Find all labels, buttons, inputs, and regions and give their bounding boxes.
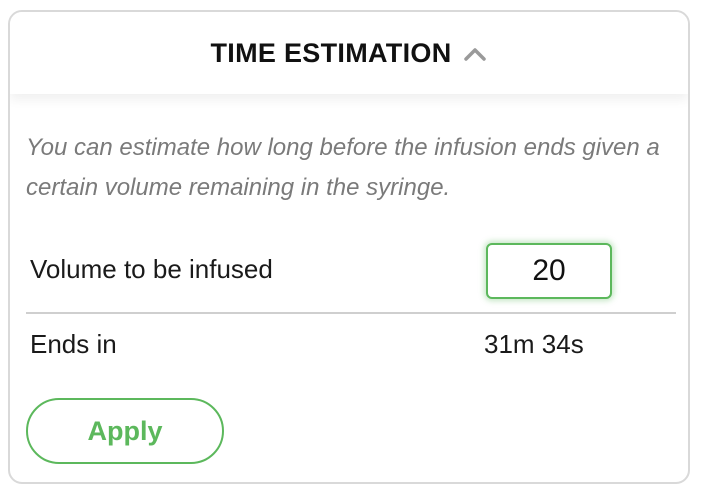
divider xyxy=(26,312,676,314)
panel-header[interactable]: TIME ESTIMATION xyxy=(10,12,688,94)
ends-in-label: Ends in xyxy=(30,329,117,359)
panel-title: TIME ESTIMATION xyxy=(210,37,452,68)
apply-button[interactable]: Apply xyxy=(26,398,224,464)
panel-description: You can estimate how long before the inf… xyxy=(26,134,660,201)
chevron-up-icon[interactable] xyxy=(462,44,488,64)
ends-in-value: 31m 34s xyxy=(484,329,584,359)
volume-input[interactable] xyxy=(486,243,612,299)
volume-label: Volume to be infused xyxy=(30,254,273,284)
time-estimation-panel: TIME ESTIMATION You can estimate how lon… xyxy=(8,10,690,484)
